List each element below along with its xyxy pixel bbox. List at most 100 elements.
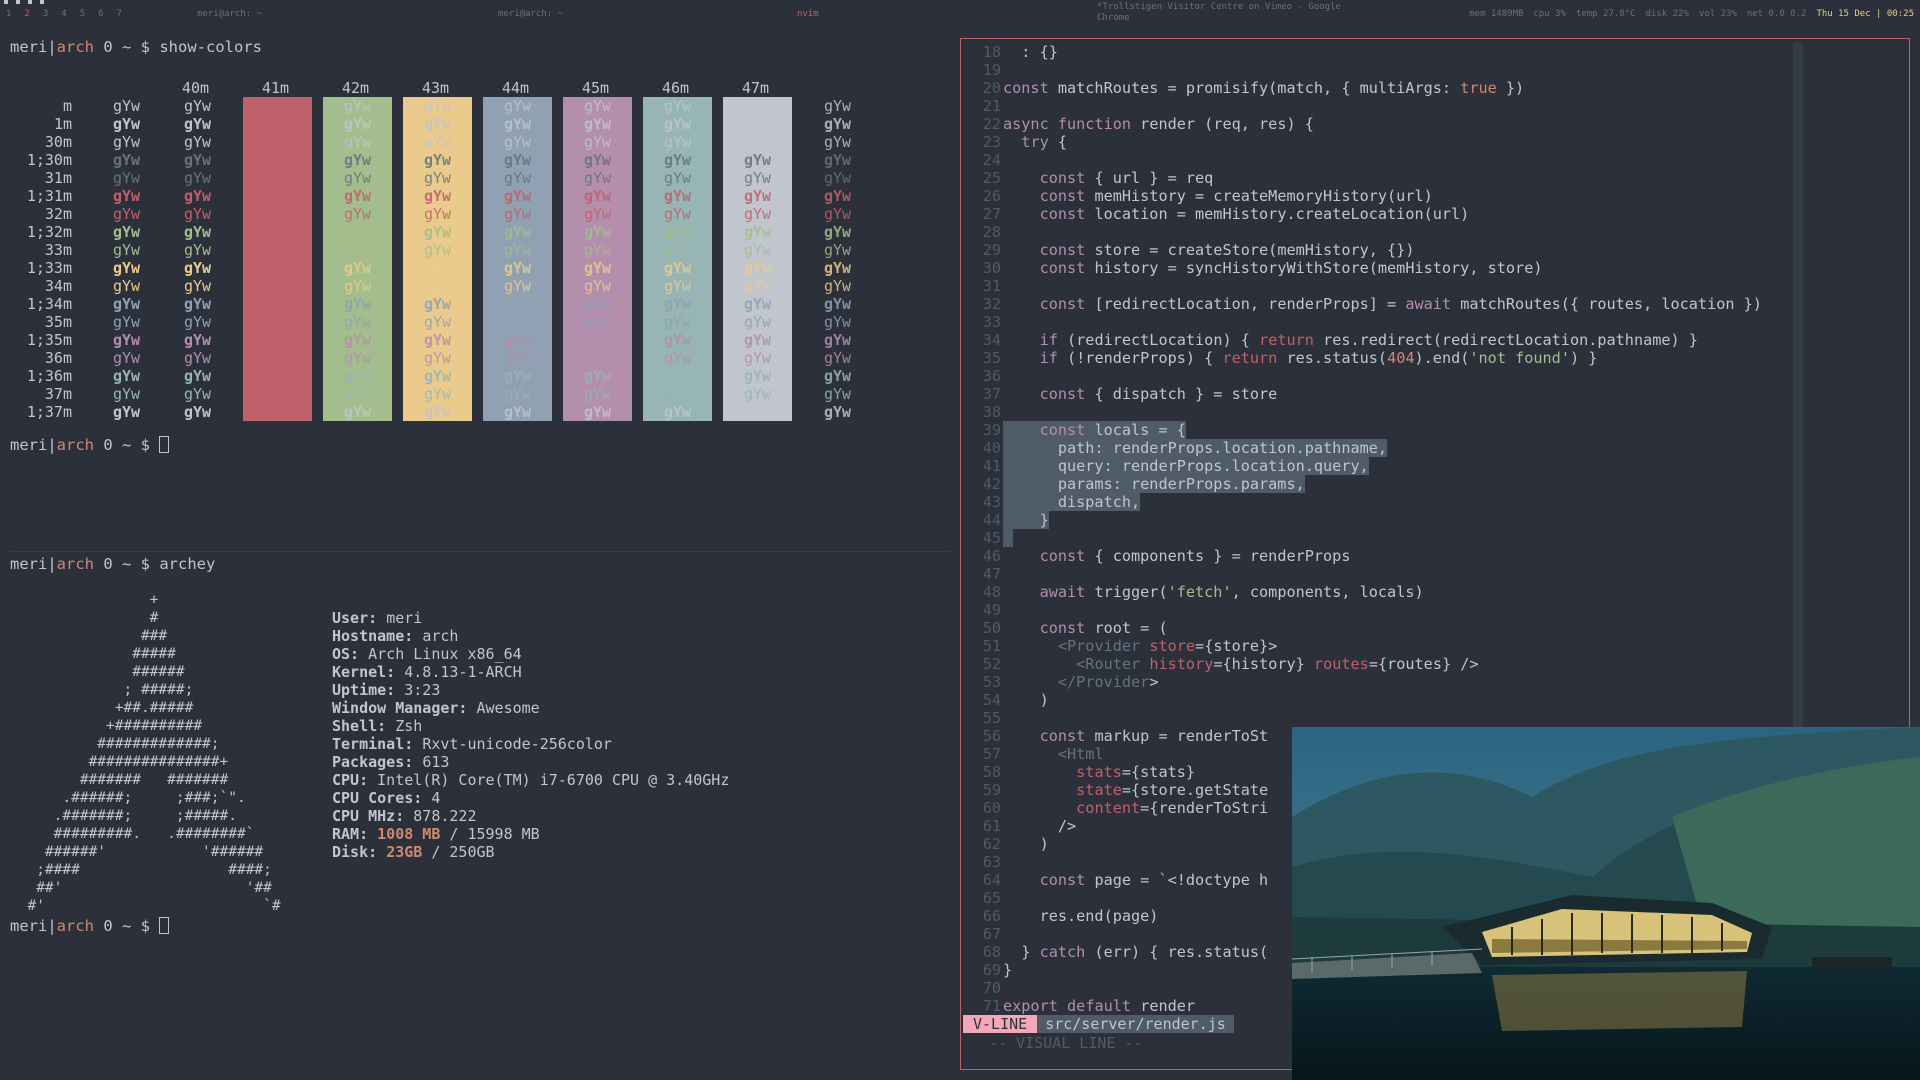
line-number: 45 (982, 529, 1001, 547)
tag-7[interactable]: 7 (117, 9, 122, 19)
tag-list: 1 2 3 4 5 6 7 (6, 9, 122, 19)
line-number: 60 (982, 799, 1001, 817)
line-number: 26 (982, 187, 1001, 205)
line-number: 33 (982, 313, 1001, 331)
prompt-line-2: meri|arch 0 ~ $ (10, 436, 170, 454)
tag-4[interactable]: 4 (61, 9, 66, 19)
color-sample: gYw (743, 259, 772, 277)
sysinfo-line: Terminal: Rxvt-unicode-256color (332, 735, 612, 753)
color-sample: gYw (183, 241, 212, 259)
line-number: 57 (982, 745, 1001, 763)
line-number: 66 (982, 907, 1001, 925)
tag-5[interactable]: 5 (80, 9, 85, 19)
task-nvim[interactable]: nvim (797, 9, 819, 19)
line-number: 69 (982, 961, 1001, 979)
status-widget: Thu 15 Dec | 00:25 (1816, 9, 1914, 19)
color-sample: gYw (743, 205, 772, 223)
tag-3[interactable]: 3 (43, 9, 48, 19)
video-window-trollstigen[interactable] (1292, 727, 1920, 1080)
color-sample: gYw (663, 151, 692, 169)
color-row-head: 31m (44, 169, 72, 187)
line-number: 70 (982, 979, 1001, 997)
color-sample: gYw (343, 313, 372, 331)
color-sample: gYw (423, 331, 452, 349)
color-row-head: 37m (44, 385, 72, 403)
terminal-cursor (159, 436, 170, 453)
line-number: 62 (982, 835, 1001, 853)
prompt-line-2: meri|arch 0 ~ $ (10, 917, 170, 935)
color-sample: gYw (183, 385, 212, 403)
sysinfo-line: Uptime: 3:23 (332, 681, 441, 699)
line-number: 28 (982, 223, 1001, 241)
terminal-archey[interactable]: meri|arch 0 ~ $ archey + # ### ##### ###… (10, 555, 950, 1075)
tag-1[interactable]: 1 (6, 9, 11, 19)
color-row-head: m (62, 97, 72, 115)
tag-6[interactable]: 6 (98, 9, 103, 19)
code-line: await trigger('fetch', components, local… (1039, 583, 1424, 601)
line-number: 52 (982, 655, 1001, 673)
line-number: 23 (982, 133, 1001, 151)
line-number: 35 (982, 349, 1001, 367)
color-sample: gYw (112, 115, 141, 133)
color-row-head: 32m (44, 205, 72, 223)
line-number: 30 (982, 259, 1001, 277)
color-sample: gYw (503, 115, 532, 133)
color-sample: gYw (583, 151, 612, 169)
color-sample: gYw (743, 349, 772, 367)
color-sample: gYw (583, 403, 612, 421)
color-sample: gYw (343, 151, 372, 169)
line-number: 43 (982, 493, 1001, 511)
color-sample: gYw (423, 169, 452, 187)
code-line: const memHistory = createMemoryHistory(u… (1039, 187, 1433, 205)
color-sample: gYw (423, 241, 452, 259)
color-sample: gYw (823, 295, 852, 313)
color-sample: gYw (823, 385, 852, 403)
color-sample: gYw (583, 115, 612, 133)
line-number: 36 (982, 367, 1001, 385)
task-terminal-2[interactable]: meri@arch: ~ (498, 9, 563, 19)
task-chrome[interactable]: *Trollstigen Visitor Centre on Vimeo - G… (1097, 2, 1377, 24)
color-sample: gYw (183, 367, 212, 385)
code-line: <Provider store={store}> (1057, 637, 1278, 655)
color-sample: gYw (583, 313, 612, 331)
color-row-head: 30m (44, 133, 72, 151)
color-sample: gYw (663, 403, 692, 421)
color-sample: gYw (823, 187, 852, 205)
color-sample: gYw (423, 295, 452, 313)
color-sample: gYw (823, 97, 852, 115)
scrollbar[interactable] (1793, 43, 1803, 733)
color-sample: gYw (663, 259, 692, 277)
color-sample: gYw (343, 205, 372, 223)
landscape-image (1292, 727, 1920, 1080)
color-sample: gYw (423, 367, 452, 385)
color-sample: gYw (503, 367, 532, 385)
layout-indicator (4, 0, 44, 4)
sysinfo-line: CPU MHz: 878.222 (332, 807, 477, 825)
color-sample: gYw (343, 385, 372, 403)
color-sample: gYw (343, 115, 372, 133)
color-sample: gYw (823, 403, 852, 421)
sysinfo-line: Kernel: 4.8.13-1-ARCH (332, 663, 522, 681)
color-sample: gYw (112, 223, 141, 241)
prompt-rest: 0 ~ $ (94, 436, 160, 454)
ram-total: / 15998 MB (440, 825, 540, 843)
line-number: 46 (982, 547, 1001, 565)
color-row-head: 33m (44, 241, 72, 259)
line-numbers: 18 19 20 21 22 23 24 25 26 27 28 29 30 31 32 33 34 35 36 37… (961, 43, 1001, 1015)
terminal-show-colors[interactable]: meri|arch 0 ~ $ show-colors 40m 41m 42m 43m… (10, 38, 950, 548)
code-line: : {} (1003, 43, 1058, 61)
color-sample: gYw (663, 385, 692, 403)
color-sample: gYw (663, 241, 692, 259)
top-bar: 1 2 3 4 5 6 7 meri@arch: ~ meri@arch: ~ nvim *… (0, 0, 1920, 30)
tag-2[interactable]: 2 (24, 9, 29, 19)
color-row-head: 1;30m (26, 151, 72, 169)
color-sample: gYw (423, 133, 452, 151)
task-terminal-1[interactable]: meri@arch: ~ (197, 9, 262, 19)
status-widget: mem 1489MB (1469, 9, 1524, 19)
color-sample: gYw (583, 385, 612, 403)
line-number: 49 (982, 601, 1001, 619)
